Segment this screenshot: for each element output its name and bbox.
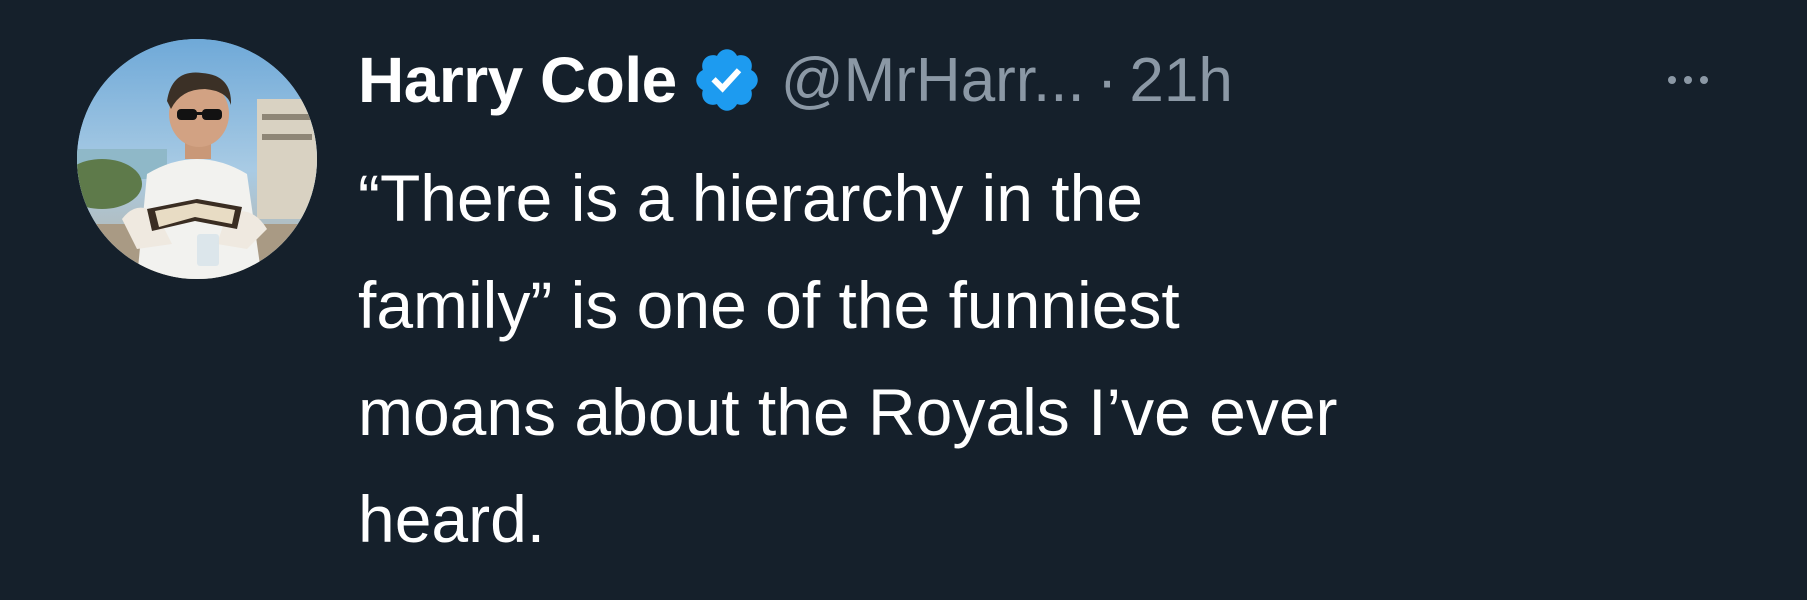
tweet-text-line: family” is one of the funniest <box>358 268 1180 342</box>
tweet-text-line: moans about the Royals I’ve ever <box>358 375 1338 449</box>
more-options-icon[interactable] <box>1648 60 1728 100</box>
tweet-text: “There is a hierarchy in the family” is … <box>358 145 1758 573</box>
user-handle[interactable]: @MrHarr... <box>781 45 1085 116</box>
tweet[interactable]: Harry Cole @MrHarr... · 21h “There is a … <box>0 0 1807 600</box>
more-dot <box>1700 76 1708 84</box>
avatar[interactable] <box>77 39 317 279</box>
avatar-photo <box>77 39 317 279</box>
display-name[interactable]: Harry Cole <box>358 43 677 117</box>
tweet-header: Harry Cole @MrHarr... · 21h <box>358 30 1233 130</box>
tweet-text-line: “There is a hierarchy in the <box>358 161 1144 235</box>
more-dot <box>1684 76 1692 84</box>
more-dot <box>1668 76 1676 84</box>
separator-dot: · <box>1096 45 1118 115</box>
verified-badge-icon <box>691 44 763 116</box>
tweet-text-line: heard. <box>358 482 546 556</box>
tweet-timestamp[interactable]: 21h <box>1129 45 1232 116</box>
